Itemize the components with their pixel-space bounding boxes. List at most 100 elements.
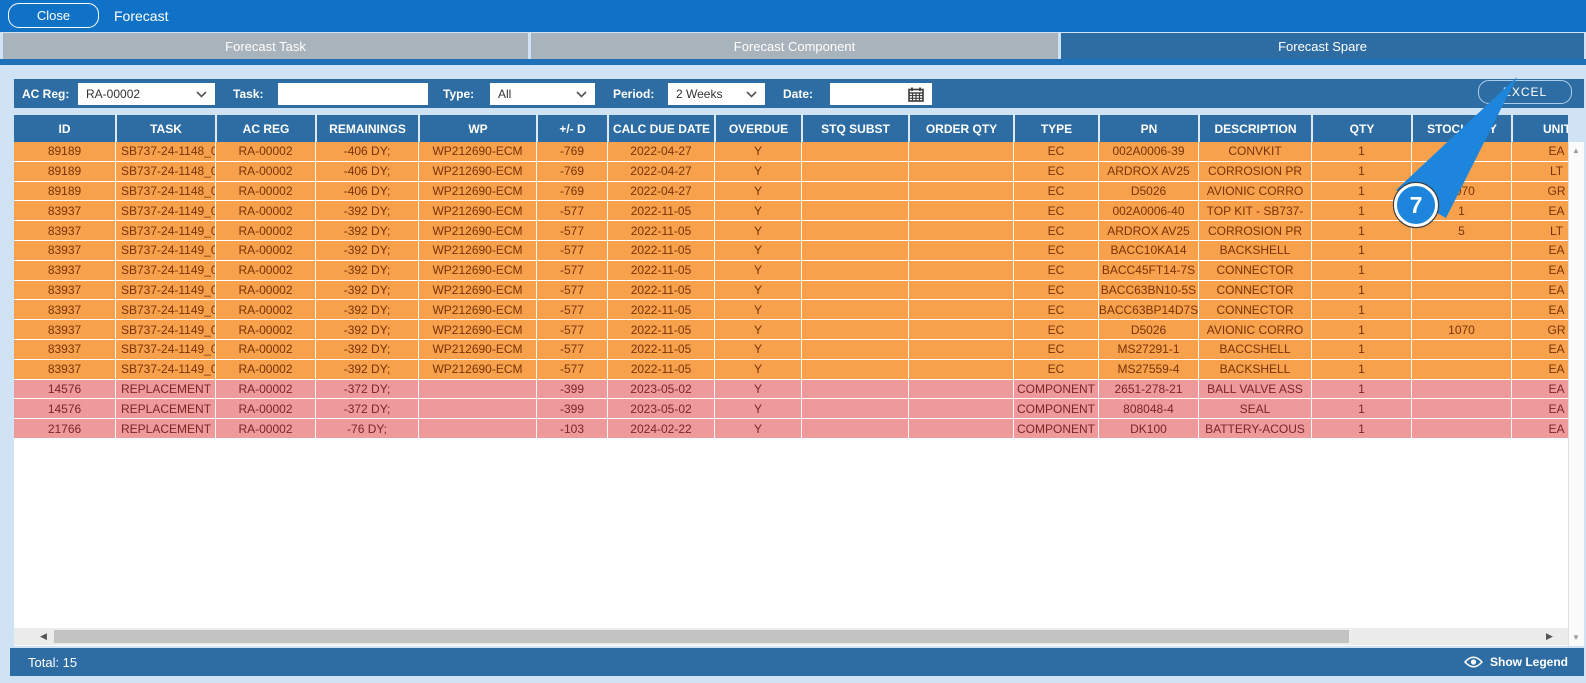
column-header-qty[interactable]: QTY [1311,115,1411,142]
table-row[interactable]: 83937 SB737-24-1149_0 RA-00002 -392 DY; WP21… [14,260,1568,281]
cell-id: 89189 [47,144,82,159]
cell-wp: WP212690-ECM [418,221,536,240]
cell-ac-reg: RA-00002 [215,221,315,240]
table-row[interactable]: 14576 REPLACEMENT RA-00002 -372 DY; -399 2023… [14,379,1568,400]
show-legend-toggle[interactable]: Show Legend [1464,648,1568,676]
cell-pn: MS27559-4 [1098,359,1198,379]
calendar-icon[interactable] [908,87,924,102]
cell-qty: 1 [1311,280,1411,300]
cell-pn: D5026 [1098,320,1198,339]
cell-remainings: -392 DY; [315,339,418,359]
table-row[interactable]: 83937 SB737-24-1149_0 RA-00002 -392 DY; WP21… [14,221,1568,241]
chevron-down-icon [196,90,207,98]
cell-stock-qty [1411,300,1511,320]
cell-task: SB737-24-1148_0 [115,142,215,161]
cell-pn: BACC63BP14D7S [1098,300,1198,320]
cell-description: SEAL [1198,399,1311,419]
column-header-remainings[interactable]: REMAININGS [315,115,418,142]
table-row[interactable]: 83937 SB737-24-1149_0 RA-00002 -392 DY; WP21… [14,280,1568,301]
cell-stq-subst [801,300,908,320]
scroll-right-arrow-icon[interactable]: ▶ [1546,629,1553,644]
cell-id: 83937 [47,322,82,337]
cell-plus-minus-d: -577 [536,221,607,240]
type-select[interactable]: All [490,83,595,105]
table-row[interactable]: 83937 SB737-24-1149_0 RA-00002 -392 DY; WP21… [14,300,1568,321]
cell-id: 83937 [47,203,82,218]
cell-order-qty [908,300,1013,320]
tab-forecast-spare[interactable]: Forecast Spare [1061,33,1584,59]
column-header-overdue[interactable]: OVERDUE [714,115,801,142]
column-header-ac-reg[interactable]: AC REG [215,115,315,142]
scroll-down-arrow-icon[interactable]: ▼ [1572,633,1580,642]
column-header-calc-due-date[interactable]: CALC DUE DATE [607,115,714,142]
column-header-type[interactable]: TYPE [1013,115,1098,142]
table-row[interactable]: 21766 REPLACEMENT RA-00002 -76 DY; -103 2024-… [14,419,1568,439]
cell-plus-minus-d: -769 [536,161,607,181]
table-row[interactable]: 83937 SB737-24-1149_0 RA-00002 -392 DY; WP21… [14,240,1568,261]
period-select[interactable]: 2 Weeks [668,83,765,105]
tab-underline [0,59,1586,65]
table-row[interactable]: 83937 SB737-24-1149_0 RA-00002 -392 DY; WP21… [14,320,1568,340]
cell-unit: EA [1511,359,1568,379]
excel-export-button[interactable]: EXCEL [1478,80,1572,104]
column-header-id[interactable]: ID [14,115,115,142]
cell-order-qty [908,379,1013,399]
column-header-task[interactable]: TASK [115,115,215,142]
column-header-order-qty[interactable]: ORDER QTY [908,115,1013,142]
cell-qty: 1 [1311,379,1411,399]
period-value: 2 Weeks [676,87,723,101]
cell-id: 83937 [47,263,82,278]
scroll-left-arrow-icon[interactable]: ◀ [40,629,47,644]
horizontal-scrollbar-thumb[interactable] [54,630,1349,643]
cell-order-qty [908,339,1013,359]
column-header-wp[interactable]: WP [418,115,536,142]
column-header-stock-qty[interactable]: STOCK QTY [1411,115,1511,142]
scroll-up-arrow-icon[interactable]: ▲ [1572,146,1580,155]
cell-overdue: Y [714,280,801,300]
vertical-scrollbar[interactable]: ▲ ▼ [1568,142,1584,646]
column-header-description[interactable]: DESCRIPTION [1198,115,1311,142]
cell-description: CORROSION PR [1198,161,1311,181]
column-header-stq-subst[interactable]: STQ SUBST [801,115,908,142]
cell-unit: GR [1511,320,1568,339]
cell-calc-due-date: 2022-04-27 [607,161,714,181]
table-row[interactable]: 89189 SB737-24-1148_0 RA-00002 -406 DY; WP21… [14,181,1568,202]
chevron-down-icon [576,90,587,98]
task-input[interactable] [278,83,428,105]
cell-overdue: Y [714,379,801,399]
cell-remainings: -392 DY; [315,359,418,379]
date-input[interactable] [830,83,932,105]
cell-id: 83937 [47,342,82,357]
cell-ac-reg: RA-00002 [215,379,315,399]
forecast-window: Close Forecast Forecast Task Forecast Co… [0,0,1586,683]
cell-order-qty [908,320,1013,339]
cell-qty: 1 [1311,399,1411,419]
column-header-pn[interactable]: PN [1098,115,1198,142]
column-header-plus-minus-d[interactable]: +/- D [536,115,607,142]
table-row[interactable]: 83937 SB737-24-1149_0 RA-00002 -392 DY; WP21… [14,359,1568,380]
table-row[interactable]: 89189 SB737-24-1148_0 RA-00002 -406 DY; WP21… [14,142,1568,162]
table-row[interactable]: 83937 SB737-24-1149_0 RA-00002 -392 DY; WP21… [14,339,1568,360]
cell-plus-minus-d: -577 [536,359,607,379]
tab-forecast-component[interactable]: Forecast Component [531,33,1058,59]
cell-stq-subst [801,320,908,339]
ac-reg-select[interactable]: RA-00002 [78,83,215,105]
cell-stock-qty [1411,379,1511,399]
table-row[interactable]: 83937 SB737-24-1149_0 RA-00002 -392 DY; WP21… [14,201,1568,222]
cell-overdue: Y [714,221,801,240]
horizontal-scrollbar[interactable]: ◀ ▶ [14,628,1568,645]
table-row[interactable]: 14576 REPLACEMENT RA-00002 -372 DY; -399 2023… [14,399,1568,420]
column-header-unit[interactable]: UNIT [1511,115,1568,142]
cell-wp: WP212690-ECM [418,320,536,339]
cell-id: 89189 [47,183,82,198]
cell-description: BACKSHELL [1198,240,1311,260]
cell-id: 89189 [47,164,82,179]
cell-description: TOP KIT - SB737- [1198,201,1311,221]
tab-forecast-task[interactable]: Forecast Task [3,33,528,59]
cell-plus-minus-d: -399 [536,399,607,419]
cell-order-qty [908,359,1013,379]
close-button[interactable]: Close [8,3,99,28]
cell-stq-subst [801,359,908,379]
table-row[interactable]: 89189 SB737-24-1148_0 RA-00002 -406 DY; WP21… [14,161,1568,182]
cell-task: SB737-24-1149_0 [115,359,215,379]
